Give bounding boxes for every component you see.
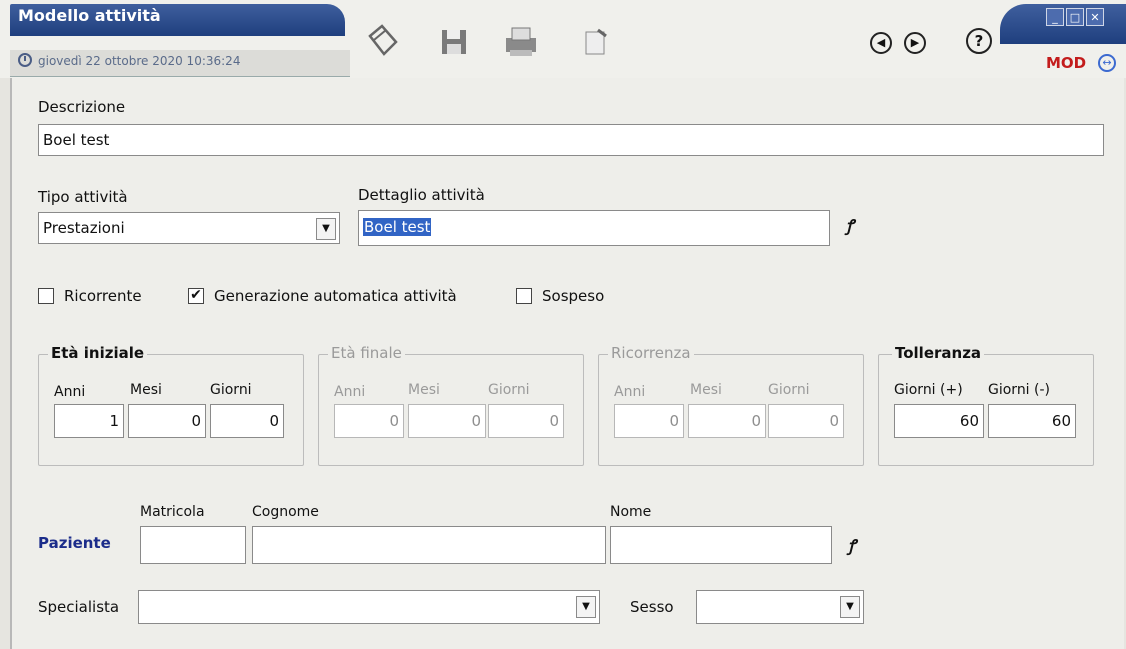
tolleranza-title: Tolleranza bbox=[892, 344, 985, 362]
ricorrente-label: Ricorrente bbox=[64, 287, 142, 305]
tolleranza-plus-label: Giorni (+) bbox=[894, 382, 963, 398]
ricorrenza-mesi-label: Mesi bbox=[690, 382, 722, 398]
back-button[interactable]: ◀ bbox=[870, 32, 892, 54]
tolleranza-plus-input[interactable]: 60 bbox=[894, 404, 984, 438]
clipboard-icon[interactable] bbox=[362, 22, 402, 62]
eta-iniziale-mesi-input[interactable]: 0 bbox=[128, 404, 206, 438]
clock-icon bbox=[18, 53, 32, 67]
lookup-icon[interactable]: ꝭ bbox=[846, 214, 854, 236]
forward-button[interactable]: ▶ bbox=[904, 32, 926, 54]
ricorrenza-mesi-input[interactable]: 0 bbox=[688, 404, 766, 438]
chevron-down-icon[interactable]: ▼ bbox=[316, 218, 336, 240]
cognome-label: Cognome bbox=[252, 504, 319, 520]
ricorrenza-anni-label: Anni bbox=[614, 384, 646, 400]
chevron-down-icon[interactable]: ▼ bbox=[840, 596, 860, 618]
tolleranza-minus-input[interactable]: 60 bbox=[988, 404, 1076, 438]
help-icon[interactable]: ? bbox=[966, 28, 992, 54]
tipo-attivita-select[interactable]: Prestazioni bbox=[38, 212, 340, 244]
eta-finale-anni-label: Anni bbox=[334, 384, 366, 400]
mode-toggle-icon[interactable]: ↔ bbox=[1098, 54, 1116, 72]
ricorrente-checkbox[interactable] bbox=[38, 288, 54, 304]
specialista-label: Specialista bbox=[38, 598, 120, 616]
eta-finale-mesi-input[interactable]: 0 bbox=[408, 404, 486, 438]
generazione-automatica-checkbox[interactable]: ✔ bbox=[188, 288, 204, 304]
cognome-input[interactable] bbox=[252, 526, 606, 564]
sesso-select[interactable] bbox=[696, 590, 864, 624]
matricola-label: Matricola bbox=[140, 504, 205, 520]
window-title: Modello attività bbox=[18, 6, 161, 25]
descrizione-input[interactable]: Boel test bbox=[38, 124, 1104, 156]
generazione-automatica-label: Generazione automatica attività bbox=[214, 287, 457, 305]
minimize-button[interactable]: _ bbox=[1046, 8, 1064, 26]
paziente-lookup-icon[interactable]: ꝭ bbox=[848, 534, 856, 556]
eta-finale-giorni-input[interactable]: 0 bbox=[488, 404, 564, 438]
tolleranza-minus-label: Giorni (-) bbox=[988, 382, 1051, 398]
mode-label: MOD bbox=[1046, 54, 1087, 72]
close-button[interactable]: ✕ bbox=[1086, 8, 1104, 26]
eta-iniziale-anni-label: Anni bbox=[54, 384, 86, 400]
dettaglio-attivita-input[interactable]: Boel test bbox=[358, 210, 830, 246]
eta-iniziale-giorni-input[interactable]: 0 bbox=[210, 404, 284, 438]
descrizione-label: Descrizione bbox=[38, 98, 126, 116]
nome-input[interactable] bbox=[610, 526, 832, 564]
eta-iniziale-title: Età iniziale bbox=[48, 344, 148, 362]
matricola-input[interactable] bbox=[140, 526, 246, 564]
dettaglio-attivita-value: Boel test bbox=[363, 218, 432, 236]
maximize-button[interactable]: □ bbox=[1066, 8, 1084, 26]
save-icon[interactable] bbox=[434, 22, 474, 62]
tipo-attivita-label: Tipo attività bbox=[38, 188, 128, 206]
eta-iniziale-mesi-label: Mesi bbox=[130, 382, 162, 398]
edit-icon[interactable] bbox=[576, 22, 616, 62]
chevron-down-icon[interactable]: ▼ bbox=[576, 596, 596, 618]
eta-finale-title: Età finale bbox=[328, 344, 405, 362]
eta-finale-giorni-label: Giorni bbox=[488, 382, 530, 398]
ricorrenza-title: Ricorrenza bbox=[608, 344, 694, 362]
eta-finale-mesi-label: Mesi bbox=[408, 382, 440, 398]
print-icon[interactable] bbox=[500, 22, 540, 62]
sesso-label: Sesso bbox=[630, 598, 674, 616]
eta-iniziale-giorni-label: Giorni bbox=[210, 382, 252, 398]
specialista-select[interactable] bbox=[138, 590, 600, 624]
eta-iniziale-anni-input[interactable]: 1 bbox=[54, 404, 124, 438]
sospeso-checkbox[interactable] bbox=[516, 288, 532, 304]
ricorrenza-anni-input[interactable]: 0 bbox=[614, 404, 684, 438]
eta-finale-anni-input[interactable]: 0 bbox=[334, 404, 404, 438]
paziente-label: Paziente bbox=[38, 534, 111, 552]
sospeso-label: Sospeso bbox=[542, 287, 605, 305]
dettaglio-attivita-label: Dettaglio attività bbox=[358, 186, 485, 204]
datetime-label: giovedì 22 ottobre 2020 10:36:24 bbox=[38, 54, 241, 68]
ricorrenza-giorni-label: Giorni bbox=[768, 382, 810, 398]
nome-label: Nome bbox=[610, 504, 652, 520]
ricorrenza-giorni-input[interactable]: 0 bbox=[768, 404, 844, 438]
